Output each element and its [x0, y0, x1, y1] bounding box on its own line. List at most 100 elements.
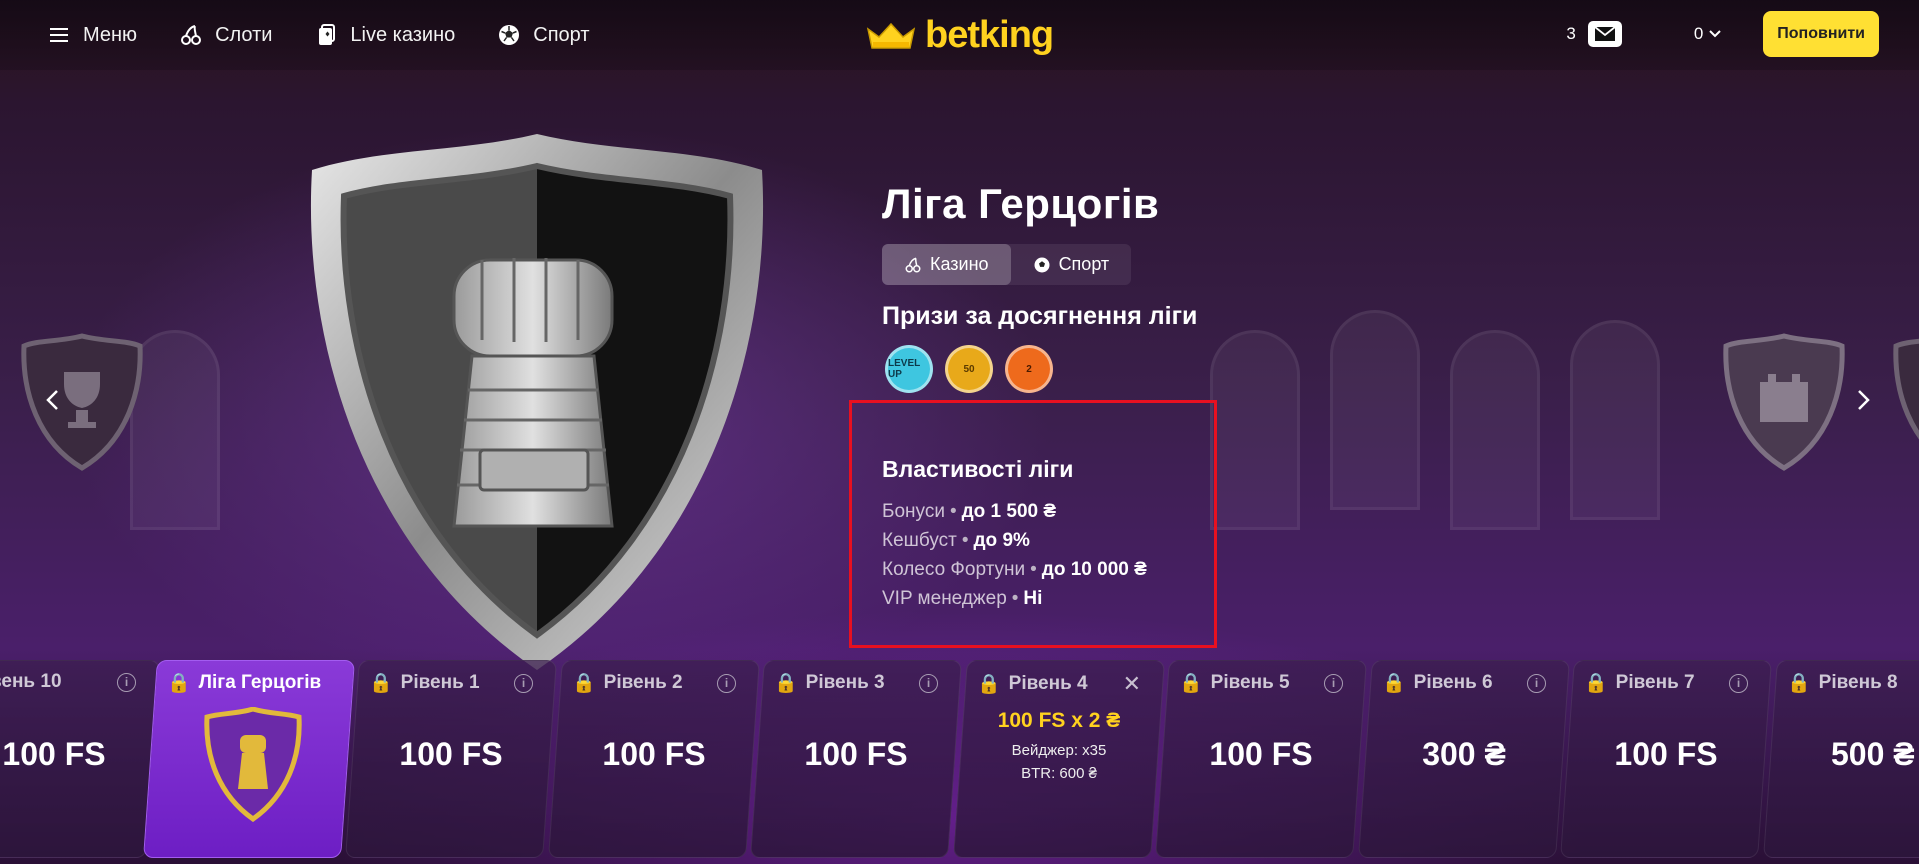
property-bonuses: Бонуси • до 1 500 ₴: [882, 497, 1147, 526]
level-card[interactable]: 🔒 Рівень 2 i 100 FS: [548, 660, 760, 858]
level-label: Рівень 4: [1008, 673, 1088, 694]
property-key: Кешбуст: [882, 530, 957, 551]
info-icon[interactable]: i: [1527, 673, 1546, 693]
info-icon[interactable]: i: [1729, 673, 1748, 693]
betking-logo[interactable]: betking: [865, 14, 1054, 57]
level-label: Рівень 5: [1210, 672, 1290, 693]
level-card-header: 🔒 Рівень 4 ✕: [977, 671, 1141, 697]
hamburger-icon: [50, 28, 68, 42]
level-detail-wager: Вейджер: x35: [1011, 742, 1107, 759]
level-card-header: 🔒 Рівень 1 i: [369, 671, 533, 695]
deposit-button[interactable]: Поповнити: [1763, 11, 1879, 57]
property-wheel: Колесо Фортуни • до 10 000 ₴: [882, 555, 1147, 584]
level-up-badge-icon[interactable]: LEVEL UP: [885, 345, 933, 393]
level-detail-btr: BTR: 600 ₴: [1021, 765, 1097, 782]
separator-dot: •: [1030, 559, 1037, 580]
level-card-header: 🔒 Ліга Герцогів: [167, 671, 331, 695]
level-label: Рівень 2: [603, 672, 683, 693]
chevron-right-icon[interactable]: [1848, 385, 1878, 415]
level-label: Рівень 10: [0, 671, 62, 692]
info-icon[interactable]: i: [919, 673, 938, 693]
level-card[interactable]: 🔒 Рівень 6 i 300 ₴: [1358, 660, 1570, 858]
close-icon[interactable]: ✕: [1123, 671, 1141, 697]
separator-dot: •: [1011, 588, 1019, 609]
prize-label: LEVEL UP: [888, 358, 921, 380]
level-label: Рівень 3: [805, 672, 885, 693]
league-tabs: Казино Спорт: [882, 244, 1132, 285]
level-card-header: 🔒 Рівень 8: [1787, 671, 1919, 695]
lock-icon: 🔒: [774, 673, 798, 694]
level-reward: 300 ₴: [1422, 736, 1506, 772]
nav-slots[interactable]: Слоти: [179, 23, 272, 47]
level-card-header: Рівень 10 i: [0, 671, 136, 693]
cherry-icon: [905, 257, 921, 272]
lock-icon: 🔒: [1787, 673, 1811, 694]
cherry-icon: [181, 25, 202, 45]
nav-sport[interactable]: Спорт: [497, 23, 590, 47]
level-reward: 100 FS: [1209, 736, 1313, 772]
background-window: [1450, 330, 1540, 530]
nav-slots-label: Слоти: [215, 23, 273, 46]
level-label: Рівень 8: [1818, 672, 1898, 693]
level-card-header: 🔒 Рівень 2 i: [572, 671, 736, 695]
property-value: до 1 500 ₴: [961, 501, 1057, 522]
level-card-header: 🔒 Рівень 6 i: [1382, 671, 1546, 695]
level-card[interactable]: 🔒 Рівень 5 i 100 FS: [1155, 660, 1367, 858]
background-window: [1330, 310, 1420, 510]
tab-sport-label: Спорт: [1058, 254, 1110, 274]
league-badge-icon: [204, 707, 302, 822]
next-league-shield-icon[interactable]: [1720, 332, 1848, 472]
level-card-current[interactable]: 🔒 Ліга Герцогів: [143, 660, 355, 858]
prizes-title: Призи за досягнення ліги: [882, 302, 1198, 330]
level-card[interactable]: 🔒 Рівень 3 i 100 FS: [750, 660, 962, 858]
messages-button[interactable]: [1587, 21, 1622, 47]
background-window: [1570, 320, 1660, 520]
top-header: Меню Слоти Live казино Спорт betking 3 0…: [0, 0, 1919, 70]
property-value: до 9%: [973, 530, 1030, 551]
gold-coin-icon[interactable]: 50: [945, 345, 993, 393]
envelope-icon: [1594, 26, 1616, 41]
level-card[interactable]: 🔒 Рівень 8 500 ₴: [1763, 660, 1919, 858]
level-reward: 100 FS: [399, 736, 503, 772]
tab-casino[interactable]: Казино: [882, 244, 1011, 285]
info-icon[interactable]: i: [717, 673, 736, 693]
level-card[interactable]: Рівень 10 i 100 FS: [0, 660, 160, 858]
level-card-header: 🔒 Рівень 3 i: [774, 671, 938, 695]
info-icon[interactable]: i: [514, 673, 533, 693]
menu-button[interactable]: Меню: [47, 23, 137, 47]
properties-list: Бонуси • до 1 500 ₴ Кешбуст • до 9% Колесо Ф…: [882, 497, 1147, 613]
info-icon[interactable]: i: [116, 672, 136, 692]
level-card[interactable]: 🔒 Рівень 1 i 100 FS: [345, 660, 557, 858]
nav-live-casino[interactable]: Live казино: [314, 23, 455, 47]
chevron-down-icon: [1709, 30, 1721, 38]
chevron-left-icon[interactable]: [38, 385, 68, 415]
crown-icon: [866, 22, 916, 49]
tab-sport[interactable]: Спорт: [1011, 244, 1132, 285]
property-value: Ні: [1023, 588, 1043, 609]
soccer-ball-icon: [1034, 257, 1050, 272]
lock-icon: 🔒: [1382, 673, 1406, 694]
level-reward: 500 ₴: [1831, 736, 1915, 772]
level-label: Рівень 7: [1615, 672, 1695, 693]
level-card[interactable]: 🔒 Рівень 7 i 100 FS: [1560, 660, 1772, 858]
level-detail-headline: 100 FS x 2 ₴: [997, 709, 1121, 732]
separator-dot: •: [949, 501, 957, 522]
info-icon[interactable]: i: [1324, 673, 1343, 693]
property-vip-manager: VIP менеджер • Ні: [882, 584, 1147, 613]
separator-dot: •: [961, 530, 969, 551]
lock-icon: 🔒: [369, 673, 393, 694]
property-value: до 10 000 ₴: [1041, 559, 1147, 580]
level-card-header: 🔒 Рівень 5 i: [1179, 671, 1343, 695]
prize-label: 50: [963, 363, 975, 375]
level-card-expanded[interactable]: 🔒 Рівень 4 ✕ 100 FS x 2 ₴ Вейджер: x35 BTR…: [953, 660, 1165, 858]
balance-dropdown[interactable]: 0: [1694, 24, 1721, 44]
nav-sport-label: Спорт: [533, 23, 590, 46]
league-shield-icon: [310, 134, 764, 670]
bronze-coin-icon[interactable]: 2: [1005, 345, 1053, 393]
level-label: Ліга Герцогів: [198, 672, 322, 693]
soccer-ball-icon: [499, 25, 520, 45]
level-detail: 100 FS x 2 ₴ Вейджер: x35 BTR: 600 ₴: [961, 709, 1157, 785]
league-title: Ліга Герцогів: [882, 180, 1160, 227]
prize-label: 2: [1026, 363, 1032, 375]
header-actions: 3 0 Поповнити: [1566, 11, 1879, 57]
